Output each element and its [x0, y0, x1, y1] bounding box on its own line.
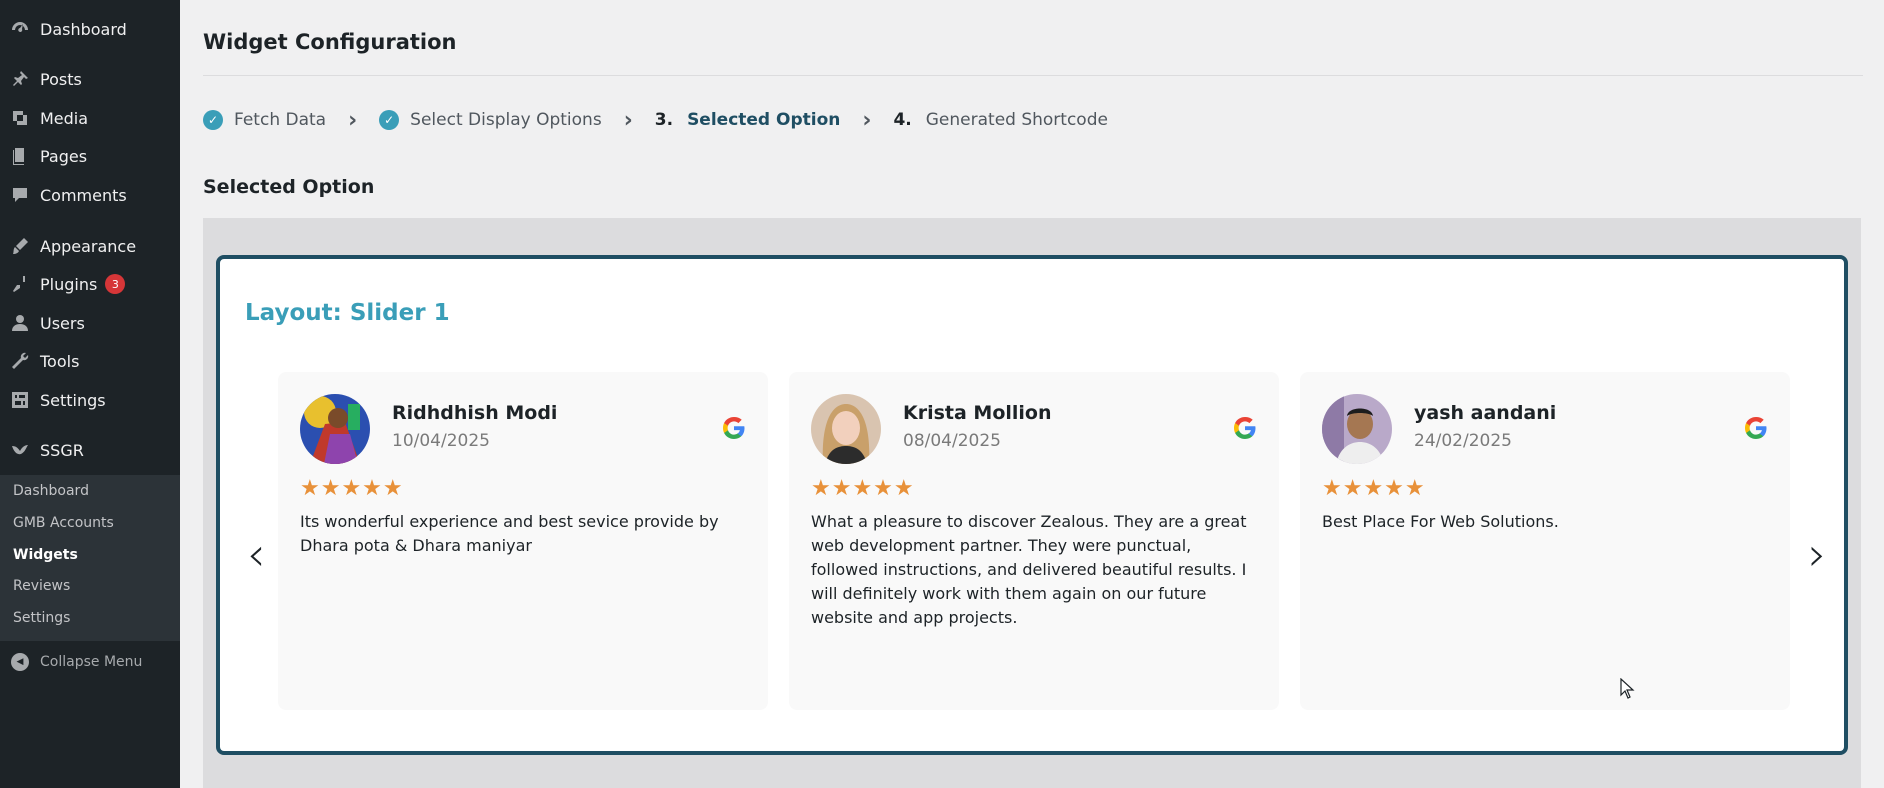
- step-label: Generated Shortcode: [925, 110, 1108, 130]
- step-indicator: ✓ Fetch Data › ✓ Select Display Options …: [203, 107, 1108, 133]
- reviewer-name: yash aandani: [1414, 402, 1557, 424]
- pages-icon: [0, 146, 40, 166]
- slider-prev-button[interactable]: ‹: [247, 531, 265, 577]
- section-title: Selected Option: [203, 176, 375, 198]
- sidebar-item-tools[interactable]: Tools: [0, 344, 180, 378]
- step-number: 3.: [654, 110, 674, 130]
- sidebar-item-dashboard[interactable]: Dashboard: [0, 12, 180, 46]
- review-text: What a pleasure to discover Zealous. The…: [811, 512, 1247, 627]
- slider-next-button[interactable]: ›: [1808, 531, 1826, 577]
- bird-icon: [0, 440, 40, 460]
- sidebar-item-ssgr[interactable]: SSGR: [0, 433, 180, 467]
- step-label: Fetch Data: [234, 110, 327, 130]
- plugins-update-badge: 3: [105, 274, 126, 294]
- sidebar-item-posts[interactable]: Posts: [0, 62, 180, 96]
- avatar: [1322, 394, 1392, 464]
- review-text: Its wonderful experience and best sevice…: [300, 512, 719, 555]
- sidebar-item-settings[interactable]: Settings: [0, 383, 180, 417]
- star-rating: ★★★★★: [300, 476, 404, 501]
- mouse-cursor-icon: [1620, 678, 1635, 699]
- widget-preview-area: Layout: Slider 1 ‹ › Ridhdhish Modi 10/0…: [203, 218, 1861, 788]
- review-date: 24/02/2025: [1414, 431, 1512, 451]
- submenu-item-gmb-accounts[interactable]: GMB Accounts: [13, 515, 114, 531]
- step-label: Selected Option: [687, 110, 841, 130]
- submenu-item-settings[interactable]: Settings: [13, 610, 70, 626]
- step-fetch-data[interactable]: ✓ Fetch Data: [203, 110, 326, 130]
- sidebar-item-plugins[interactable]: Plugins 3: [0, 267, 180, 301]
- review-date: 08/04/2025: [903, 431, 1001, 451]
- star-rating: ★★★★★: [1322, 476, 1426, 501]
- submenu-item-reviews[interactable]: Reviews: [13, 578, 70, 594]
- review-card: yash aandani 24/02/2025 ★★★★★ Best Place…: [1300, 372, 1790, 710]
- sidebar-item-pages[interactable]: Pages: [0, 139, 180, 173]
- review-card: Krista Mollion 08/04/2025 ★★★★★ What a p…: [789, 372, 1279, 710]
- sidebar-item-label: Media: [40, 108, 89, 128]
- star-rating: ★★★★★: [811, 476, 915, 501]
- collapse-menu-label: Collapse Menu: [40, 654, 143, 670]
- sidebar-item-label: Comments: [40, 185, 127, 205]
- chevron-right-icon: ›: [623, 107, 633, 133]
- sidebar-item-appearance[interactable]: Appearance: [0, 229, 180, 263]
- avatar: [300, 394, 370, 464]
- review-text: Best Place For Web Solutions.: [1322, 512, 1559, 531]
- sidebar-item-label: Appearance: [40, 236, 137, 256]
- title-divider: [203, 75, 1863, 76]
- avatar: [811, 394, 881, 464]
- sidebar-item-label: Pages: [40, 146, 88, 166]
- google-icon: [1234, 417, 1256, 439]
- check-icon: ✓: [379, 110, 400, 130]
- paintbrush-icon: [0, 236, 40, 256]
- google-icon: [723, 417, 745, 439]
- admin-sidebar: Dashboard Posts Media Pages Comments App…: [0, 0, 180, 788]
- reviewer-name: Ridhdhish Modi: [392, 402, 558, 424]
- dashboard-icon: [0, 19, 40, 39]
- sidebar-item-label: Dashboard: [40, 19, 127, 39]
- layout-title: Layout: Slider 1: [245, 300, 450, 326]
- step-generated-shortcode[interactable]: 4. Generated Shortcode: [893, 110, 1108, 130]
- reviewer-name: Krista Mollion: [903, 402, 1052, 424]
- step-number: 4.: [893, 110, 912, 130]
- sidebar-item-label: SSGR: [40, 440, 84, 460]
- collapse-menu-button[interactable]: ◀ Collapse Menu: [0, 650, 180, 674]
- widget-box: Layout: Slider 1 ‹ › Ridhdhish Modi 10/0…: [216, 255, 1848, 755]
- submenu-item-dashboard[interactable]: Dashboard: [13, 483, 89, 499]
- comment-icon: [0, 185, 40, 205]
- sidebar-item-label: Settings: [40, 390, 106, 410]
- chevron-right-icon: ›: [348, 107, 358, 133]
- ssgr-submenu: Dashboard GMB Accounts Widgets Reviews S…: [0, 475, 180, 641]
- step-selected-option[interactable]: 3. Selected Option: [655, 110, 841, 130]
- review-card: Ridhdhish Modi 10/04/2025 ★★★★★ Its wond…: [278, 372, 768, 710]
- submenu-item-widgets[interactable]: Widgets: [13, 547, 78, 563]
- sidebar-item-users[interactable]: Users: [0, 306, 180, 340]
- sidebar-item-label: Posts: [40, 69, 82, 89]
- wrench-icon: [0, 351, 40, 371]
- sidebar-item-comments[interactable]: Comments: [0, 178, 180, 212]
- step-label: Select Display Options: [410, 110, 602, 130]
- plugin-icon: [0, 274, 40, 294]
- chevron-right-icon: ›: [862, 107, 872, 133]
- sidebar-item-media[interactable]: Media: [0, 101, 180, 135]
- step-select-display-options[interactable]: ✓ Select Display Options: [379, 110, 602, 130]
- sidebar-item-label: Users: [40, 313, 85, 333]
- main-content: Widget Configuration ✓ Fetch Data › ✓ Se…: [180, 0, 1884, 788]
- review-date: 10/04/2025: [392, 431, 490, 451]
- settings-icon: [0, 390, 40, 410]
- sidebar-item-label: Plugins: [40, 274, 98, 294]
- page-title: Widget Configuration: [203, 30, 457, 54]
- sidebar-item-label: Tools: [40, 351, 80, 371]
- collapse-icon: ◀: [0, 653, 40, 671]
- pin-icon: [0, 69, 40, 89]
- google-icon: [1745, 417, 1767, 439]
- user-icon: [0, 313, 40, 333]
- check-icon: ✓: [203, 110, 223, 130]
- media-icon: [0, 108, 40, 128]
